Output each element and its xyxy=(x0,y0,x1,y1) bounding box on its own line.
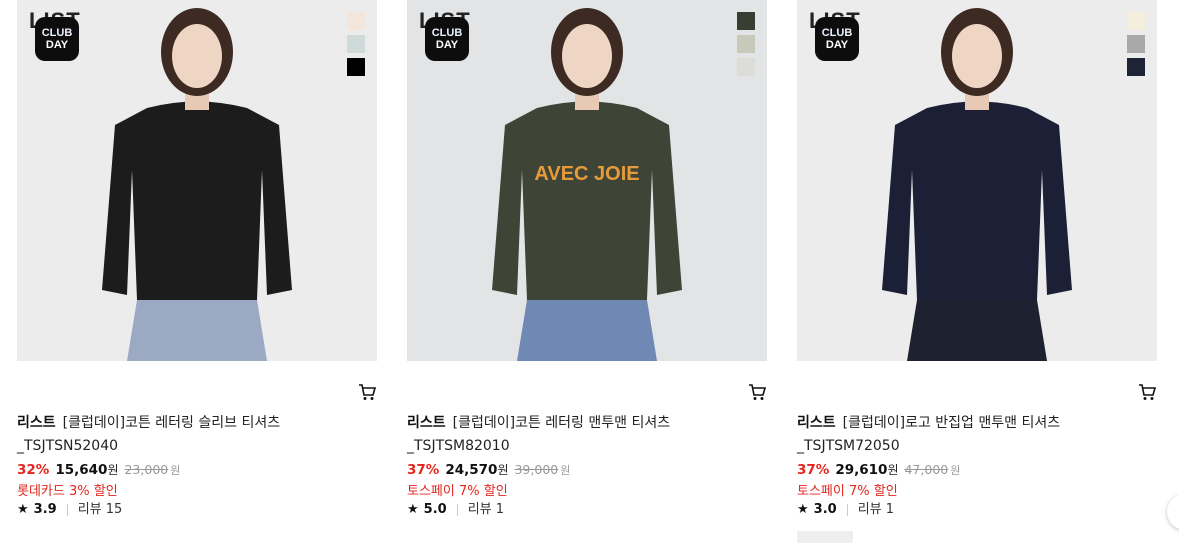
color-swatch[interactable] xyxy=(347,35,365,53)
divider xyxy=(456,504,458,516)
discount-rate: 37% xyxy=(797,462,830,478)
currency: 원 xyxy=(887,463,899,477)
sale-price: 29,610 xyxy=(835,462,888,478)
color-swatch[interactable] xyxy=(737,35,755,53)
rating-row: ★ 3.9 리뷰 15 xyxy=(17,501,122,519)
product-name: [클럽데이]코튼 레터링 맨투맨 티셔츠 xyxy=(452,415,671,431)
club-day-badge: CLUB DAY xyxy=(425,17,469,61)
original-price: 47,000 xyxy=(904,462,949,477)
product-image[interactable]: LIST CLUBDAY xyxy=(797,0,1157,361)
brand-name: 리스트 xyxy=(797,415,836,431)
color-swatches xyxy=(737,12,755,81)
star-icon: ★ xyxy=(407,502,419,517)
pants xyxy=(907,300,1047,361)
color-swatch[interactable] xyxy=(347,12,365,30)
brand-name: 리스트 xyxy=(407,415,446,431)
currency-orig: 원 xyxy=(950,464,961,477)
color-swatch[interactable] xyxy=(737,58,755,76)
rating-score: 5.0 xyxy=(423,502,447,517)
price-row: 37% 24,570원 39,000 원 xyxy=(407,460,570,481)
price-row: 37% 29,610원 47,000 원 xyxy=(797,460,960,481)
cart-icon[interactable] xyxy=(1137,382,1157,402)
product-code: _TSJTSM72050 xyxy=(797,438,900,454)
product-card[interactable]: LIST CLUBDAY 리스트 [클럽데이]로고 반집업 맨투맨 티셔츠 _TS… xyxy=(797,0,1157,543)
product-title[interactable]: 리스트 [클럽데이]코튼 레터링 슬리브 티셔츠 _TSJTSN52040 xyxy=(17,412,357,458)
divider xyxy=(846,504,848,516)
card-promo: 토스페이 7% 할인 xyxy=(407,484,508,499)
product-title[interactable]: 리스트 [클럽데이]로고 반집업 맨투맨 티셔츠 _TSJTSM72050 xyxy=(797,412,1137,458)
rating-row: ★ 5.0 리뷰 1 xyxy=(407,501,504,519)
review-count[interactable]: 리뷰 1 xyxy=(468,501,504,519)
cart-icon[interactable] xyxy=(747,382,767,402)
product-title[interactable]: 리스트 [클럽데이]코튼 레터링 맨투맨 티셔츠 _TSJTSM82010 xyxy=(407,412,747,458)
color-swatch[interactable] xyxy=(1127,58,1145,76)
color-swatches xyxy=(1127,12,1145,81)
pants xyxy=(127,300,267,361)
currency-orig: 원 xyxy=(170,464,181,477)
product-image[interactable]: AVEC JOIE LIST CLUBDAY xyxy=(407,0,767,361)
card-promo: 롯데카드 3% 할인 xyxy=(17,484,118,499)
card-promo: 토스페이 7% 할인 xyxy=(797,484,898,499)
face xyxy=(172,24,222,88)
rating-score: 3.9 xyxy=(33,502,57,517)
review-count[interactable]: 리뷰 1 xyxy=(858,501,894,519)
original-price: 39,000 xyxy=(514,462,559,477)
product-code: _TSJTSN52040 xyxy=(17,438,119,454)
price-row: 32% 15,640원 23,000 원 xyxy=(17,460,180,481)
shipping-tag xyxy=(797,531,853,543)
product-card[interactable]: LIST CLUBDAY 리스트 [클럽데이]코튼 레터링 슬리브 티셔츠 _TS… xyxy=(17,0,377,517)
product-name: [클럽데이]코튼 레터링 슬리브 티셔츠 xyxy=(62,415,281,431)
star-icon: ★ xyxy=(797,502,809,517)
brand-name: 리스트 xyxy=(17,415,56,431)
color-swatch[interactable] xyxy=(1127,35,1145,53)
star-icon: ★ xyxy=(17,502,29,517)
color-swatch[interactable] xyxy=(1127,12,1145,30)
product-image[interactable]: LIST CLUBDAY xyxy=(17,0,377,361)
currency: 원 xyxy=(497,463,509,477)
original-price: 23,000 xyxy=(124,462,169,477)
sale-price: 15,640 xyxy=(55,462,108,478)
product-name: [클럽데이]로고 반집업 맨투맨 티셔츠 xyxy=(842,415,1061,431)
product-code: _TSJTSM82010 xyxy=(407,438,510,454)
sale-price: 24,570 xyxy=(445,462,498,478)
rating-score: 3.0 xyxy=(813,502,837,517)
club-day-badge: CLUB DAY xyxy=(35,17,79,61)
next-arrow-button[interactable] xyxy=(1167,494,1179,530)
currency: 원 xyxy=(107,463,119,477)
discount-rate: 37% xyxy=(407,462,440,478)
club-day-badge: CLUB DAY xyxy=(815,17,859,61)
rating-row: ★ 3.0 리뷰 1 xyxy=(797,501,894,519)
currency-orig: 원 xyxy=(560,464,571,477)
divider xyxy=(66,504,68,516)
sweater-print: AVEC JOIE xyxy=(534,163,639,185)
review-count[interactable]: 리뷰 15 xyxy=(78,501,123,519)
pants xyxy=(517,300,657,361)
color-swatch[interactable] xyxy=(347,58,365,76)
color-swatches xyxy=(347,12,365,81)
discount-rate: 32% xyxy=(17,462,50,478)
face xyxy=(952,24,1002,88)
cart-icon[interactable] xyxy=(357,382,377,402)
face xyxy=(562,24,612,88)
product-card[interactable]: AVEC JOIE LIST CLUBDAY 리스트 [클럽데이]코튼 레터링 맨… xyxy=(407,0,767,517)
color-swatch[interactable] xyxy=(737,12,755,30)
